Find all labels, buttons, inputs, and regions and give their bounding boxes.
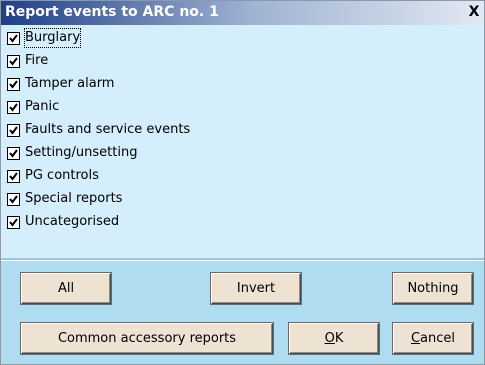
title-bar[interactable]: Report events to ARC no. 1 X bbox=[1, 1, 484, 25]
checkmark-icon bbox=[9, 218, 18, 227]
option-label: Fire bbox=[25, 53, 49, 68]
checkbox-pg-controls[interactable] bbox=[7, 170, 20, 183]
invert-button[interactable]: Invert bbox=[211, 273, 301, 304]
cancel-button[interactable]: Cancel bbox=[393, 323, 473, 354]
option-label: Panic bbox=[25, 99, 60, 114]
checkbox-burglary[interactable] bbox=[7, 32, 20, 45]
checkbox-setting-unsetting[interactable] bbox=[7, 147, 20, 160]
option-label: Special reports bbox=[25, 191, 123, 206]
checkbox-special-reports[interactable] bbox=[7, 193, 20, 206]
report-events-dialog: Report events to ARC no. 1 X Burglary Fi… bbox=[0, 0, 485, 365]
ok-label-rest: K bbox=[334, 331, 344, 346]
cancel-label-rest: ancel bbox=[420, 331, 456, 346]
checkmark-icon bbox=[9, 103, 18, 112]
option-label: Setting/unsetting bbox=[25, 145, 138, 160]
dialog-title: Report events to ARC no. 1 bbox=[5, 4, 219, 20]
common-accessory-reports-button[interactable]: Common accessory reports bbox=[21, 323, 273, 354]
checkmark-icon bbox=[9, 149, 18, 158]
option-label: Tamper alarm bbox=[25, 76, 115, 91]
checkbox-panic[interactable] bbox=[7, 101, 20, 114]
option-label: Burglary bbox=[23, 28, 82, 48]
ok-mnemonic: O bbox=[324, 331, 335, 346]
nothing-button[interactable]: Nothing bbox=[393, 273, 473, 304]
checkmark-icon bbox=[9, 172, 18, 181]
button-panel: All Invert Nothing Common accessory repo… bbox=[1, 261, 484, 364]
checkbox-tamper-alarm[interactable] bbox=[7, 78, 20, 91]
checkbox-uncategorised[interactable] bbox=[7, 216, 20, 229]
checkmark-icon bbox=[9, 34, 18, 43]
option-label: Uncategorised bbox=[25, 214, 120, 229]
ok-button[interactable]: OK bbox=[289, 323, 379, 354]
checkmark-icon bbox=[9, 57, 18, 66]
option-label: PG controls bbox=[25, 168, 99, 183]
close-button[interactable]: X bbox=[466, 4, 482, 20]
checkbox-faults-service[interactable] bbox=[7, 124, 20, 137]
checkmark-icon bbox=[9, 195, 18, 204]
checkmark-icon bbox=[9, 80, 18, 89]
cancel-mnemonic: C bbox=[410, 331, 421, 346]
all-button[interactable]: All bbox=[21, 273, 111, 304]
checkbox-fire[interactable] bbox=[7, 55, 20, 68]
checkmark-icon bbox=[9, 126, 18, 135]
option-label: Faults and service events bbox=[25, 122, 191, 137]
